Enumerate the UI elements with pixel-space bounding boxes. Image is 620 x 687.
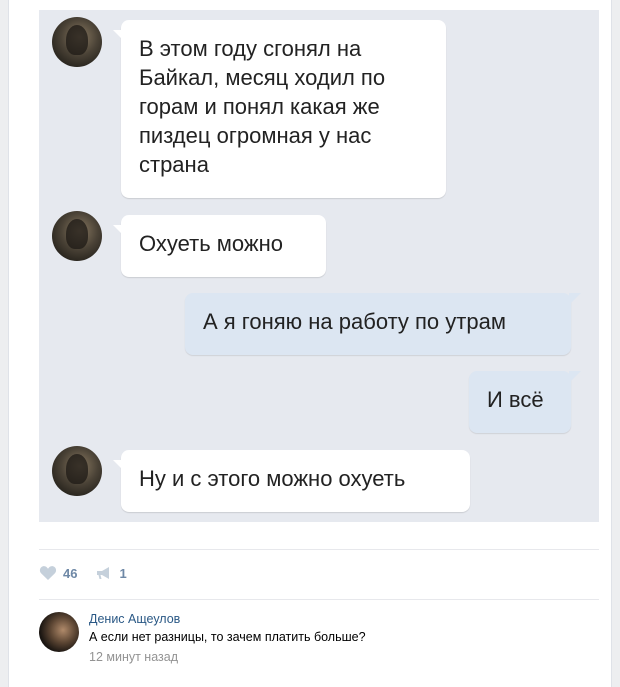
message-bubble-incoming: В этом году сгонял на Байкал, месяц ходи… [113, 20, 446, 198]
sender-avatar [52, 17, 102, 67]
message-text: Охуеть можно [139, 231, 283, 256]
message-text: Ну и с этого можно охуеть [139, 466, 406, 491]
post-actions: 46 1 [39, 563, 145, 583]
message-bubble-outgoing: И всё [469, 371, 581, 433]
divider [39, 599, 599, 600]
divider [39, 549, 599, 550]
share-button[interactable]: 1 [95, 565, 127, 581]
share-count: 1 [119, 565, 127, 581]
chat-screenshot: В этом году сгонял на Байкал, месяц ходи… [39, 10, 599, 522]
message-bubble-incoming: Охуеть можно [113, 215, 326, 277]
sender-avatar [52, 211, 102, 261]
message-bubble-incoming: Ну и с этого можно охуеть [113, 450, 470, 512]
comment-time[interactable]: 12 минут назад [89, 650, 178, 664]
message-text: И всё [487, 387, 544, 412]
message-bubble-outgoing: А я гоняю на работу по утрам [185, 293, 581, 355]
comment-text: А если нет разницы, то зачем платить бол… [89, 630, 366, 644]
post-card: В этом году сгонял на Байкал, месяц ходи… [8, 0, 612, 687]
comment-author-name[interactable]: Денис Ащеулов [89, 612, 180, 626]
heart-icon [39, 566, 57, 580]
megaphone-icon [97, 567, 110, 579]
comment-author-avatar[interactable] [39, 612, 79, 652]
comment: Денис Ащеулов А если нет разницы, то зач… [39, 612, 599, 672]
message-text: В этом году сгонял на Байкал, месяц ходи… [139, 36, 386, 177]
like-count: 46 [63, 565, 78, 581]
message-text: А я гоняю на работу по утрам [203, 309, 506, 334]
like-button[interactable]: 46 [39, 565, 77, 581]
sender-avatar [52, 446, 102, 496]
